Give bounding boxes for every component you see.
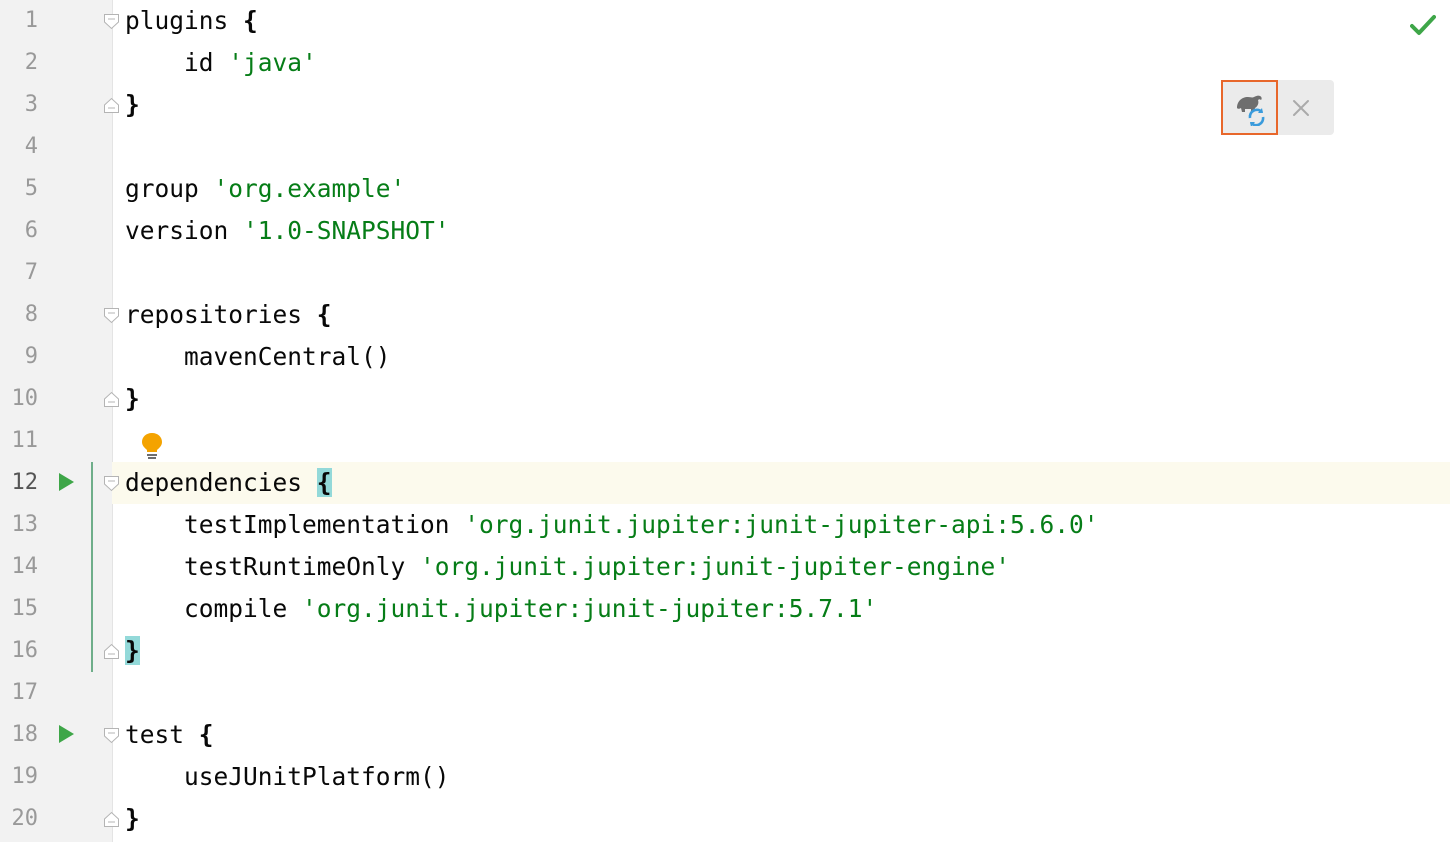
- line-number[interactable]: 1: [0, 0, 38, 42]
- vcs-change-marker[interactable]: [91, 462, 93, 672]
- string-literal: 'org.junit.jupiter:junit-jupiter-api:5.6…: [464, 510, 1099, 539]
- code-token: version: [125, 216, 244, 245]
- line-number[interactable]: 17: [0, 672, 39, 714]
- brace-token: {: [198, 720, 214, 749]
- code-token: repositories: [125, 300, 317, 329]
- code-editor[interactable]: 1 plugins {2 id 'java' 3} 4 5 group 'org.exam…: [0, 0, 1450, 842]
- line-number[interactable]: 2: [0, 42, 38, 84]
- line-number[interactable]: 3: [0, 84, 38, 126]
- line-number[interactable]: 5: [0, 168, 38, 210]
- line-number[interactable]: 15: [0, 588, 39, 630]
- code-line[interactable]: 12 dependencies {: [0, 462, 1450, 504]
- code-text[interactable]: testRuntimeOnly 'org.junit.jupiter:junit…: [125, 546, 1010, 588]
- code-line[interactable]: 19 useJUnitPlatform(): [0, 756, 1450, 798]
- fold-end-icon[interactable]: [103, 391, 120, 408]
- line-number[interactable]: 8: [0, 294, 38, 336]
- line-number[interactable]: 16: [0, 630, 39, 672]
- string-literal: 'org.junit.jupiter:junit-jupiter-engine': [420, 552, 1011, 581]
- code-token: id: [125, 48, 229, 77]
- brace-token: {: [316, 300, 332, 329]
- code-token: test: [125, 720, 199, 749]
- fold-end-icon[interactable]: [103, 811, 120, 828]
- code-text[interactable]: group 'org.example': [125, 168, 405, 210]
- gradle-reload-icon: [1237, 95, 1265, 126]
- code-text[interactable]: mavenCentral(): [125, 336, 391, 378]
- string-literal: 'org.junit.jupiter:junit-jupiter:5.7.1': [302, 594, 878, 623]
- line-number[interactable]: 7: [0, 252, 38, 294]
- fold-start-icon[interactable]: [103, 13, 120, 30]
- code-line[interactable]: 5 group 'org.example': [0, 168, 1450, 210]
- line-number[interactable]: 12: [0, 462, 39, 504]
- brace-token: {: [316, 468, 332, 497]
- string-literal: '1.0-SNAPSHOT': [243, 216, 450, 245]
- line-number[interactable]: 9: [0, 336, 38, 378]
- code-token: compile: [125, 594, 303, 623]
- fold-end-icon[interactable]: [103, 97, 120, 114]
- code-text[interactable]: }: [125, 798, 140, 840]
- line-number[interactable]: 13: [0, 504, 39, 546]
- code-line[interactable]: 11: [0, 420, 1450, 462]
- code-text[interactable]: }: [125, 378, 140, 420]
- code-text[interactable]: repositories {: [125, 294, 332, 336]
- brace-token: }: [125, 90, 140, 119]
- line-number[interactable]: 19: [0, 756, 39, 798]
- gradle-floating-toolbar: [1221, 80, 1334, 135]
- code-token: plugins: [125, 6, 244, 35]
- brace-token: }: [125, 804, 140, 833]
- fold-start-icon[interactable]: [103, 727, 120, 744]
- brace-token: {: [243, 6, 258, 35]
- code-line[interactable]: 8 repositories {: [0, 294, 1450, 336]
- code-line[interactable]: 9 mavenCentral(): [0, 336, 1450, 378]
- code-token: group: [125, 174, 214, 203]
- code-token: testImplementation: [125, 510, 465, 539]
- checkmark-icon[interactable]: [1410, 13, 1436, 37]
- code-line[interactable]: 16}: [0, 630, 1450, 672]
- code-text[interactable]: testImplementation 'org.junit.jupiter:ju…: [125, 504, 1099, 546]
- code-line[interactable]: 13 testImplementation 'org.junit.jupiter…: [0, 504, 1450, 546]
- code-line[interactable]: 10}: [0, 378, 1450, 420]
- code-line[interactable]: 15 compile 'org.junit.jupiter:junit-jupi…: [0, 588, 1450, 630]
- code-line[interactable]: 20}: [0, 798, 1450, 840]
- close-icon[interactable]: [1287, 94, 1315, 122]
- lightbulb-icon[interactable]: [139, 431, 165, 461]
- brace-token: }: [125, 636, 140, 665]
- run-icon[interactable]: [59, 473, 74, 491]
- code-line[interactable]: 7: [0, 252, 1450, 294]
- line-number[interactable]: 10: [0, 378, 39, 420]
- code-text[interactable]: dependencies {: [125, 462, 332, 504]
- run-icon[interactable]: [59, 725, 74, 743]
- code-token: dependencies: [125, 468, 317, 497]
- code-text[interactable]: plugins {: [125, 0, 258, 42]
- brace-token: }: [125, 384, 140, 413]
- code-line[interactable]: 6 version '1.0-SNAPSHOT': [0, 210, 1450, 252]
- code-text[interactable]: compile 'org.junit.jupiter:junit-jupiter…: [125, 588, 877, 630]
- string-literal: 'java': [228, 48, 317, 77]
- code-text[interactable]: }: [125, 630, 140, 672]
- line-number[interactable]: 18: [0, 714, 39, 756]
- code-line[interactable]: 1 plugins {: [0, 0, 1450, 42]
- string-literal: 'org.example': [213, 174, 406, 203]
- line-number[interactable]: 4: [0, 126, 38, 168]
- code-text[interactable]: id 'java': [125, 42, 317, 84]
- line-number[interactable]: 14: [0, 546, 39, 588]
- code-token: testRuntimeOnly: [125, 552, 421, 581]
- line-number[interactable]: 6: [0, 210, 38, 252]
- line-number[interactable]: 20: [0, 798, 39, 840]
- fold-end-icon[interactable]: [103, 643, 120, 660]
- code-line[interactable]: 18 test {: [0, 714, 1450, 756]
- code-token: mavenCentral(): [125, 342, 391, 371]
- code-text[interactable]: }: [125, 84, 140, 126]
- line-number[interactable]: 11: [0, 420, 39, 462]
- code-line[interactable]: 2 id 'java': [0, 42, 1450, 84]
- fold-start-icon[interactable]: [103, 307, 120, 324]
- code-line[interactable]: 17: [0, 672, 1450, 714]
- fold-start-icon[interactable]: [103, 475, 120, 492]
- load-gradle-changes-button[interactable]: [1221, 80, 1278, 135]
- code-line[interactable]: 14 testRuntimeOnly 'org.junit.jupiter:ju…: [0, 546, 1450, 588]
- code-text[interactable]: version '1.0-SNAPSHOT': [125, 210, 450, 252]
- code-text[interactable]: test {: [125, 714, 214, 756]
- code-text[interactable]: useJUnitPlatform(): [125, 756, 450, 798]
- code-token: useJUnitPlatform(): [125, 762, 450, 791]
